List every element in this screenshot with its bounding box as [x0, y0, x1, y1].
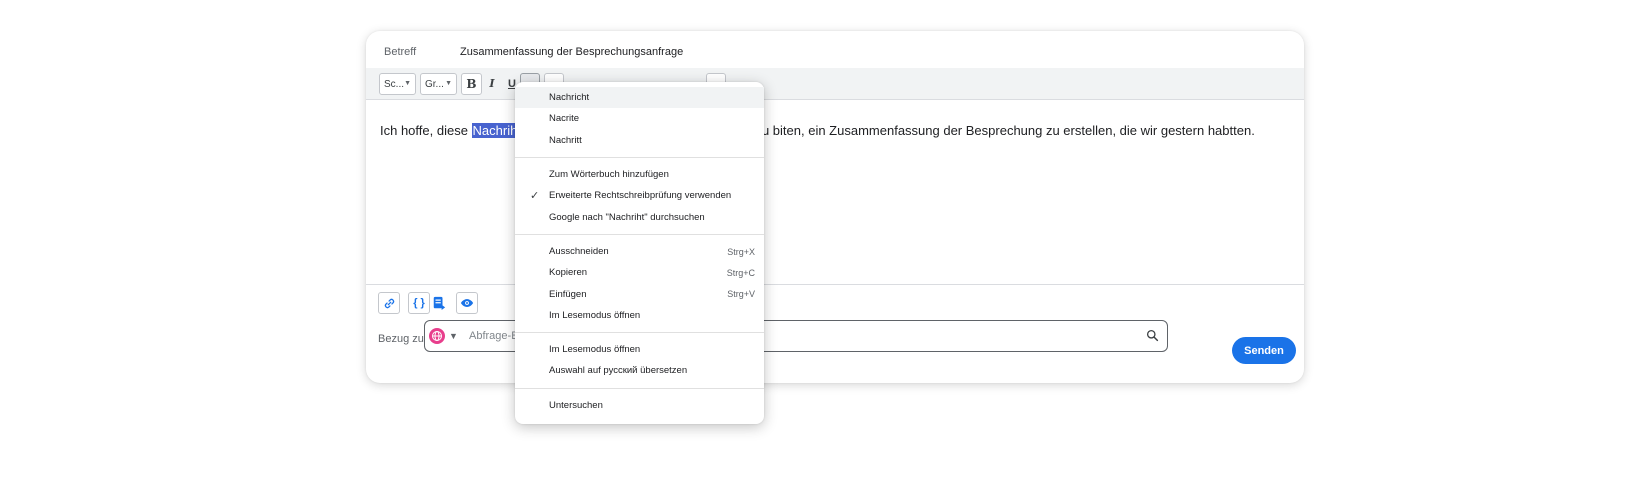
- insert-template-button[interactable]: [428, 292, 450, 314]
- context-menu-item-label: Auswahl auf русский übersetzen: [549, 365, 688, 377]
- chevron-down-icon[interactable]: ▼: [449, 331, 458, 341]
- chevron-down-icon: ▼: [445, 80, 452, 87]
- context-menu-item-label: Nachritt: [549, 134, 582, 146]
- font-size-value: Gr...: [425, 78, 444, 90]
- eye-icon: [460, 299, 474, 307]
- context-menu-item[interactable]: Nachricht: [515, 87, 764, 109]
- checkmark-icon: ✓: [530, 190, 540, 203]
- context-menu-item[interactable]: Im Lesemodus öffnen: [515, 305, 764, 326]
- chevron-down-icon: ▼: [404, 80, 411, 87]
- context-menu-item[interactable]: Im Lesemodus öffnen: [515, 339, 764, 360]
- menu-separator: [515, 331, 764, 333]
- divider: [366, 284, 1304, 285]
- menu-separator: [515, 387, 764, 389]
- context-menu-item[interactable]: ✓ Erweiterte Rechtschreibprüfung verwende…: [515, 185, 764, 206]
- context-menu: Nachricht Nacrite Nachritt Zum Wörterbuch h…: [515, 82, 764, 424]
- subject-label: Betreff: [384, 46, 417, 58]
- context-menu-item-label: Zum Wörterbuch hinzufügen: [549, 169, 669, 181]
- format-toolbar: Sc... ▼ Gr... ▼ B I U: [366, 68, 1304, 100]
- composer-card: Betreff Zusammenfassung der Besprechungs…: [366, 31, 1304, 383]
- document-add-icon: [433, 296, 446, 310]
- context-menu-item-label: Im Lesemodus öffnen: [549, 309, 641, 321]
- font-size-select[interactable]: Gr... ▼: [420, 73, 457, 95]
- send-button[interactable]: Senden: [1232, 337, 1296, 364]
- bold-icon: B: [466, 77, 477, 91]
- context-menu-item-label: Nachricht: [549, 92, 590, 104]
- globe-icon[interactable]: [429, 328, 445, 344]
- search-glyph: [1146, 329, 1159, 342]
- context-menu-item[interactable]: Nachritt: [515, 130, 764, 151]
- context-menu-item[interactable]: Nacrite: [515, 108, 764, 129]
- context-menu-item[interactable]: Ausschneiden Strg+X: [515, 241, 764, 262]
- context-menu-item[interactable]: Zum Wörterbuch hinzufügen: [515, 164, 764, 185]
- context-menu-item-label: Nacrite: [549, 113, 580, 125]
- subject-input[interactable]: Zusammenfassung der Besprechungsanfrage: [460, 46, 683, 58]
- font-family-value: Sc...: [384, 78, 405, 90]
- context-menu-item[interactable]: Google nach "Nachriht" durchsuchen: [515, 206, 764, 227]
- preview-button[interactable]: [456, 292, 478, 314]
- editor-body[interactable]: Ich hoffe, diese Nachriht u biten, ein Zu…: [380, 123, 1255, 138]
- context-menu-item-label: Einfügen: [549, 288, 587, 300]
- context-menu-item[interactable]: Einfügen Strg+V: [515, 283, 764, 304]
- context-menu-item-shortcut: Strg+C: [726, 268, 755, 279]
- subject-row: Betreff Zusammenfassung der Besprechungs…: [366, 31, 1304, 68]
- link-icon: [384, 298, 394, 308]
- insert-link-button[interactable]: [378, 292, 400, 314]
- context-menu-item-label: Erweiterte Rechtschreibprüfung verwenden: [549, 190, 732, 202]
- context-menu-item-label: Untersuchen: [549, 399, 603, 411]
- editor-text-suffix: u biten, ein Zusammenfassung der Besprec…: [761, 123, 1255, 138]
- font-family-select[interactable]: Sc... ▼: [379, 73, 416, 95]
- context-menu-item-label: Im Lesemodus öffnen: [549, 344, 641, 356]
- context-menu-item-label: Google nach "Nachriht" durchsuchen: [549, 211, 705, 223]
- context-menu-item[interactable]: Kopieren Strg+C: [515, 262, 764, 283]
- bold-button[interactable]: B: [461, 73, 482, 95]
- context-menu-item[interactable]: Auswahl auf русский übersetzen: [515, 360, 764, 381]
- italic-button[interactable]: I: [484, 74, 500, 94]
- editor-text-prefix: Ich hoffe, diese: [380, 123, 472, 138]
- reference-label: Bezug zu: [378, 333, 424, 345]
- menu-separator: [515, 233, 764, 235]
- context-menu-item[interactable]: Untersuchen: [515, 395, 764, 416]
- menu-separator: [515, 156, 764, 158]
- globe-glyph: [432, 331, 442, 341]
- insert-variable-button[interactable]: { }: [408, 292, 430, 314]
- context-menu-item-label: Ausschneiden: [549, 245, 609, 257]
- reference-placeholder: Abfrage-E: [469, 330, 519, 342]
- search-icon[interactable]: [1146, 329, 1159, 347]
- context-menu-item-label: Kopieren: [549, 267, 588, 279]
- context-menu-item-shortcut: Strg+V: [727, 289, 755, 300]
- context-menu-item-shortcut: Strg+X: [727, 246, 755, 257]
